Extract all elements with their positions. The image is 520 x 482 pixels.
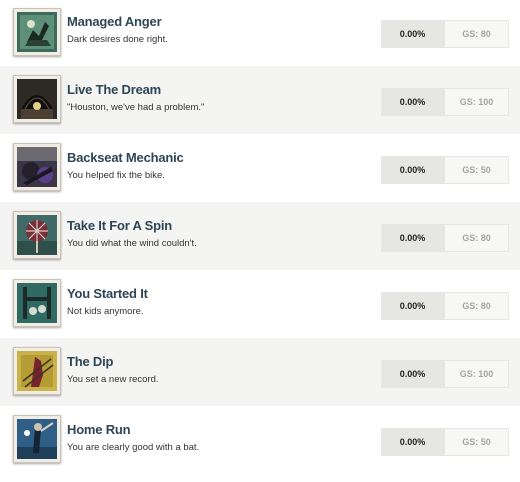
you-started-it-icon	[13, 279, 61, 327]
achievement-description: You are clearly good with a bat.	[67, 442, 200, 453]
managed-anger-icon	[13, 8, 61, 56]
achievement-title: Home Run	[67, 422, 131, 437]
achievement-description: Dark desires done right.	[67, 34, 168, 45]
achievement-description: Not kids anymore.	[67, 306, 144, 317]
achievement-title: You Started It	[67, 286, 148, 301]
achievement-gamerscore: GS: 100	[444, 360, 509, 388]
achievement-row[interactable]: Backseat Mechanic You helped fix the bik…	[0, 134, 520, 202]
home-run-icon	[13, 415, 61, 463]
achievement-row[interactable]: You Started It Not kids anymore. 0.00% G…	[0, 270, 520, 338]
achievement-gamerscore: GS: 80	[444, 292, 509, 320]
achievement-description: You did what the wind couldn't.	[67, 238, 197, 249]
achievement-row[interactable]: Take It For A Spin You did what the wind…	[0, 202, 520, 270]
achievement-title: Backseat Mechanic	[67, 150, 184, 165]
achievement-percent: 0.00%	[381, 360, 444, 388]
achievement-title: Take It For A Spin	[67, 218, 172, 233]
achievement-percent: 0.00%	[381, 292, 444, 320]
achievement-title: Live The Dream	[67, 82, 162, 97]
achievement-gamerscore: GS: 80	[444, 224, 509, 252]
achievement-row[interactable]: Home Run You are clearly good with a bat…	[0, 406, 520, 474]
achievement-percent: 0.00%	[381, 88, 444, 116]
achievement-row[interactable]: Managed Anger Dark desires done right. 0…	[0, 0, 520, 66]
achievement-description: You helped fix the bike.	[67, 170, 165, 181]
achievement-gamerscore: GS: 80	[444, 20, 509, 48]
achievement-title: Managed Anger	[67, 14, 162, 29]
backseat-mechanic-icon	[13, 143, 61, 191]
take-it-for-a-spin-icon	[13, 211, 61, 259]
achievement-row[interactable]: Live The Dream "Houston, we've had a pro…	[0, 66, 520, 134]
achievement-gamerscore: GS: 50	[444, 156, 509, 184]
achievement-description: You set a new record.	[67, 374, 159, 385]
achievement-percent: 0.00%	[381, 156, 444, 184]
achievement-title: The Dip	[67, 354, 114, 369]
achievement-list: Managed Anger Dark desires done right. 0…	[0, 0, 520, 482]
live-the-dream-icon	[13, 75, 61, 123]
achievement-percent: 0.00%	[381, 20, 444, 48]
achievement-gamerscore: GS: 50	[444, 428, 509, 456]
achievement-gamerscore: GS: 100	[444, 88, 509, 116]
achievement-percent: 0.00%	[381, 224, 444, 252]
achievement-row[interactable]: The Dip You set a new record. 0.00% GS: …	[0, 338, 520, 406]
achievement-percent: 0.00%	[381, 428, 444, 456]
the-dip-icon	[13, 347, 61, 395]
achievement-description: "Houston, we've had a problem."	[67, 102, 205, 113]
